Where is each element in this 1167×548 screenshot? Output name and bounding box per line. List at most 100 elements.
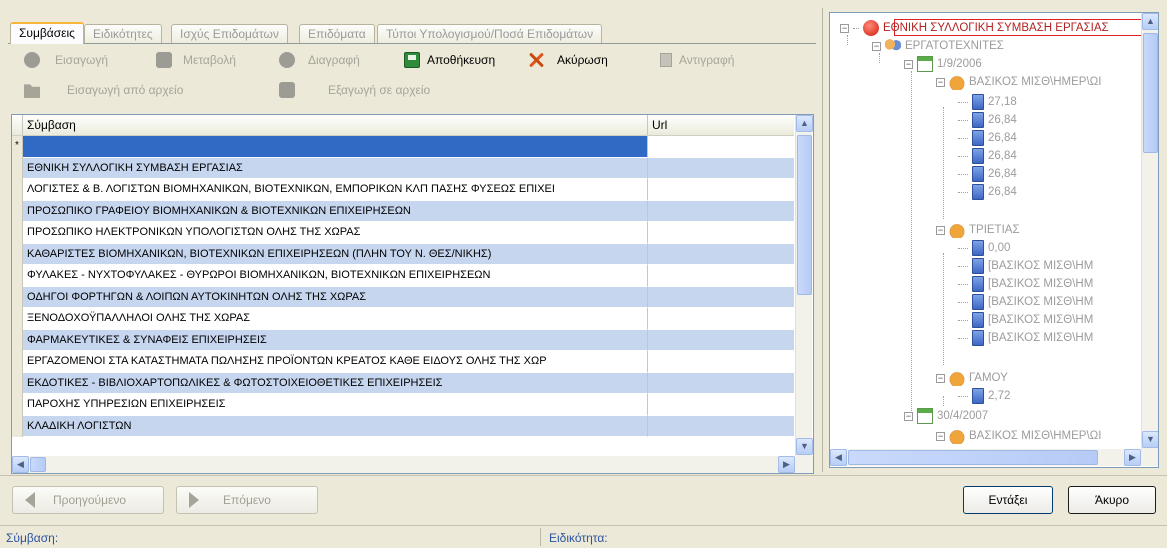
table-row[interactable]: ΛΟΓΙΣΤΕΣ & Β. ΛΟΓΙΣΤΩΝ ΒΙΟΜΗΧΑΝΙΚΩΝ, ΒΙΟ… [12, 179, 794, 201]
cell-contract[interactable]: ΠΡΟΣΩΠΙΚΟ ΓΡΑΦΕΙΟΥ ΒΙΟΜΗΧΑΝΙΚΩΝ & ΒΙΟΤΕΧ… [23, 200, 648, 222]
cell-contract[interactable] [23, 136, 648, 158]
table-row[interactable]: ΚΑΘΑΡΙΣΤΕΣ ΒΙΟΜΗΧΑΝΙΚΩΝ, ΒΙΟΤΕΧΝΙΚΩΝ ΕΠΙ… [12, 243, 794, 265]
insert-button[interactable]: Εισαγωγή [24, 48, 108, 72]
collapse-icon[interactable]: − [840, 23, 849, 33]
collapse-icon[interactable]: − [936, 373, 945, 383]
table-row[interactable]: ΕΡΓΑΖΟΜΕΝΟΙ ΣΤΑ ΚΑΤΑΣΤΗΜΑΤΑ ΠΩΛΗΣΗΣ ΠΡΟΪ… [12, 351, 794, 373]
cell-url[interactable] [648, 351, 794, 373]
tree-node-trieties[interactable]: − ΤΡΙΕΤΙΑΣ [936, 221, 1020, 239]
table-row[interactable]: ΕΘΝΙΚΗ ΣΥΛΛΟΓΙΚΗ ΣΥΜΒΑΣΗ ΕΡΓΑΣΙΑΣ [12, 157, 794, 179]
tree-node-basic-salary[interactable]: − ΒΑΣΙΚΟΣ ΜΙΣΘ\ΗΜΕΡ\ΩΙ [936, 427, 1101, 445]
delete-button[interactable]: Διαγραφή [279, 48, 360, 72]
tree-leaf[interactable]: 26,84 [958, 147, 1017, 165]
cancel-edit-button[interactable]: Ακύρωση [528, 48, 608, 72]
next-button[interactable]: Επόμενο [176, 486, 318, 514]
cell-contract[interactable]: ΕΡΓΑΖΟΜΕΝΟΙ ΣΤΑ ΚΑΤΑΣΤΗΜΑΤΑ ΠΩΛΗΣΗΣ ΠΡΟΪ… [23, 351, 648, 373]
table-row[interactable]: ΚΛΑΔΙΚΗ ΛΟΓΙΣΤΩΝ [12, 415, 794, 437]
hscroll-thumb[interactable] [848, 450, 1098, 465]
table-row[interactable]: ΦΥΛΑΚΕΣ - ΝΥΧΤΟΦΥΛΑΚΕΣ - ΘΥΡΩΡΟΙ ΒΙΟΜΗΧΑ… [12, 265, 794, 287]
cell-contract[interactable]: ΠΡΟΣΩΠΙΚΟ ΗΛΕΚΤΡΟΝΙΚΩΝ ΥΠΟΛΟΓΙΣΤΩΝ ΟΛΗΣ … [23, 222, 648, 244]
tree-leaf[interactable]: [ΒΑΣΙΚΟΣ ΜΙΣΘ\ΗΜ [958, 293, 1093, 311]
import-from-file-button[interactable]: Εισαγωγή από αρχείο [24, 78, 183, 102]
cell-contract[interactable]: ΦΥΛΑΚΕΣ - ΝΥΧΤΟΦΥΛΑΚΕΣ - ΘΥΡΩΡΟΙ ΒΙΟΜΗΧΑ… [23, 265, 648, 287]
tree-node-gamou[interactable]: − ΓΑΜΟΥ [936, 369, 1008, 387]
table-row[interactable]: ΠΡΟΣΩΠΙΚΟ ΓΡΑΦΕΙΟΥ ΒΙΟΜΗΧΑΝΙΚΩΝ & ΒΙΟΤΕΧ… [12, 200, 794, 222]
scroll-thumb[interactable] [1143, 33, 1158, 153]
tree-node-date[interactable]: − 30/4/2007 [904, 407, 988, 425]
scroll-right-icon[interactable]: ▶ [1124, 449, 1141, 466]
scroll-right-icon[interactable]: ▶ [778, 456, 795, 473]
tree-vertical-scrollbar[interactable]: ▲ ▼ [1141, 13, 1158, 449]
tree-root-node[interactable]: − ΕΘΝΙΚΗ ΣΥΛΛΟΓΙΚΗ ΣΥΜΒΑΣΗ ΕΡΓΑΣΙΑΣ [840, 19, 1109, 37]
ok-button[interactable]: Εντάξει [963, 486, 1053, 514]
tree-leaf[interactable]: [ΒΑΣΙΚΟΣ ΜΙΣΘ\ΗΜ [958, 257, 1093, 275]
cell-url[interactable] [648, 243, 794, 265]
tab-allowance-validity[interactable]: Ισχύς Επιδομάτων [171, 24, 288, 43]
column-header-url[interactable]: Url [648, 115, 794, 135]
tree-horizontal-scrollbar[interactable]: ◀ ▶ [830, 449, 1158, 466]
scroll-thumb[interactable] [797, 135, 812, 295]
collapse-icon[interactable]: − [936, 225, 945, 235]
scroll-left-icon[interactable]: ◀ [830, 449, 847, 466]
cell-url[interactable] [648, 136, 794, 158]
cell-contract[interactable]: ΚΑΘΑΡΙΣΤΕΣ ΒΙΟΜΗΧΑΝΙΚΩΝ, ΒΙΟΤΕΧΝΙΚΩΝ ΕΠΙ… [23, 243, 648, 265]
tree-leaf[interactable]: [ΒΑΣΙΚΟΣ ΜΙΣΘ\ΗΜ [958, 311, 1093, 329]
tab-allowances[interactable]: Επιδόματα [299, 24, 375, 43]
cell-url[interactable] [648, 372, 794, 394]
save-button[interactable]: Αποθήκευση [404, 48, 495, 72]
tree-node-specialty[interactable]: − ΕΡΓΑΤΟΤΕΧΝΙΤΕΣ [872, 37, 1004, 55]
cell-url[interactable] [648, 308, 794, 330]
cell-url[interactable] [648, 286, 794, 308]
scroll-left-icon[interactable]: ◀ [12, 456, 29, 473]
cell-contract[interactable]: ΛΟΓΙΣΤΕΣ & Β. ΛΟΓΙΣΤΩΝ ΒΙΟΜΗΧΑΝΙΚΩΝ, ΒΙΟ… [23, 179, 648, 201]
cancel-button[interactable]: Άκυρο [1068, 486, 1156, 514]
tree-leaf[interactable]: 0,00 [958, 239, 1010, 257]
table-row-new[interactable]: * [12, 136, 794, 158]
tree-leaf[interactable]: 27,18 [958, 93, 1017, 111]
tree-leaf[interactable]: 2,72 [958, 387, 1010, 405]
modify-button[interactable]: Μεταβολή [156, 48, 236, 72]
cell-contract[interactable]: ΞΕΝΟΔΟΧΟΫΠΑΛΛΗΛΟΙ ΟΛΗΣ ΤΗΣ ΧΩΡΑΣ [23, 308, 648, 330]
tree-leaf[interactable]: 26,84 [958, 129, 1017, 147]
cell-url[interactable] [648, 329, 794, 351]
tab-specialties[interactable]: Ειδικότητες [84, 24, 162, 43]
table-row[interactable]: ΟΔΗΓΟΙ ΦΟΡΤΗΓΩΝ & ΛΟΙΠΩΝ ΑΥΤΟΚΙΝΗΤΩΝ ΟΛΗ… [12, 286, 794, 308]
cell-contract[interactable]: ΚΛΑΔΙΚΗ ΛΟΓΙΣΤΩΝ [23, 415, 648, 437]
collapse-icon[interactable]: − [936, 431, 945, 441]
cell-url[interactable] [648, 265, 794, 287]
tab-contracts[interactable]: Συμβάσεις [10, 22, 84, 44]
export-to-file-button[interactable]: Εξαγωγή σε αρχείο [279, 78, 430, 102]
cell-url[interactable] [648, 157, 794, 179]
cell-url[interactable] [648, 200, 794, 222]
cell-url[interactable] [648, 394, 794, 416]
cell-contract[interactable]: ΕΚΔΟΤΙΚΕΣ - ΒΙΒΛΙΟΧΑΡΤΟΠΩΛΙΚΕΣ & ΦΩΤΟΣΤΟ… [23, 372, 648, 394]
tree-leaf[interactable]: 26,84 [958, 183, 1017, 201]
table-row[interactable]: ΞΕΝΟΔΟΧΟΫΠΑΛΛΗΛΟΙ ΟΛΗΣ ΤΗΣ ΧΩΡΑΣ [12, 308, 794, 330]
tree-leaf[interactable]: [ΒΑΣΙΚΟΣ ΜΙΣΘ\ΗΜ [958, 275, 1093, 293]
previous-button[interactable]: Προηγούμενο [12, 486, 164, 514]
table-row[interactable]: ΕΚΔΟΤΙΚΕΣ - ΒΙΒΛΙΟΧΑΡΤΟΠΩΛΙΚΕΣ & ΦΩΤΟΣΤΟ… [12, 372, 794, 394]
table-row[interactable]: ΦΑΡΜΑΚΕΥΤΙΚΕΣ & ΣΥΝΑΦΕΙΣ ΕΠΙΧΕΙΡΗΣΕΙΣ [12, 329, 794, 351]
grid-vertical-scrollbar[interactable]: ▲ ▼ [795, 115, 813, 456]
tree-node-basic-salary[interactable]: − ΒΑΣΙΚΟΣ ΜΙΣΘ\ΗΜΕΡ\ΩΙ [936, 73, 1101, 91]
tree-node-date[interactable]: − 1/9/2006 [904, 55, 982, 73]
scroll-down-icon[interactable]: ▼ [796, 438, 813, 455]
collapse-icon[interactable]: − [936, 77, 945, 87]
tree-leaf[interactable]: [ΒΑΣΙΚΟΣ ΜΙΣΘ\ΗΜ [958, 329, 1093, 347]
scroll-up-icon[interactable]: ▲ [1142, 13, 1158, 30]
tree-leaf[interactable]: 26,84 [958, 165, 1017, 183]
cell-url[interactable] [648, 415, 794, 437]
column-header-contract[interactable]: Σύμβαση [23, 115, 648, 135]
cell-contract[interactable]: ΕΘΝΙΚΗ ΣΥΛΛΟΓΙΚΗ ΣΥΜΒΑΣΗ ΕΡΓΑΣΙΑΣ [23, 157, 648, 179]
splitter[interactable] [822, 8, 823, 472]
scroll-down-icon[interactable]: ▼ [1142, 431, 1158, 448]
grid-horizontal-scrollbar[interactable]: ◀ ▶ [12, 456, 813, 473]
cell-url[interactable] [648, 179, 794, 201]
tree-leaf[interactable]: 26,84 [958, 111, 1017, 129]
table-row[interactable]: ΠΑΡΟΧΗΣ ΥΠΗΡΕΣΙΩΝ ΕΠΙΧΕΙΡΗΣΕΙΣ [12, 394, 794, 416]
collapse-icon[interactable]: − [904, 59, 913, 69]
cell-contract[interactable]: ΟΔΗΓΟΙ ΦΟΡΤΗΓΩΝ & ΛΟΙΠΩΝ ΑΥΤΟΚΙΝΗΤΩΝ ΟΛΗ… [23, 286, 648, 308]
collapse-icon[interactable]: − [872, 41, 881, 51]
table-row[interactable]: ΠΡΟΣΩΠΙΚΟ ΗΛΕΚΤΡΟΝΙΚΩΝ ΥΠΟΛΟΓΙΣΤΩΝ ΟΛΗΣ … [12, 222, 794, 244]
cell-contract[interactable]: ΦΑΡΜΑΚΕΥΤΙΚΕΣ & ΣΥΝΑΦΕΙΣ ΕΠΙΧΕΙΡΗΣΕΙΣ [23, 329, 648, 351]
